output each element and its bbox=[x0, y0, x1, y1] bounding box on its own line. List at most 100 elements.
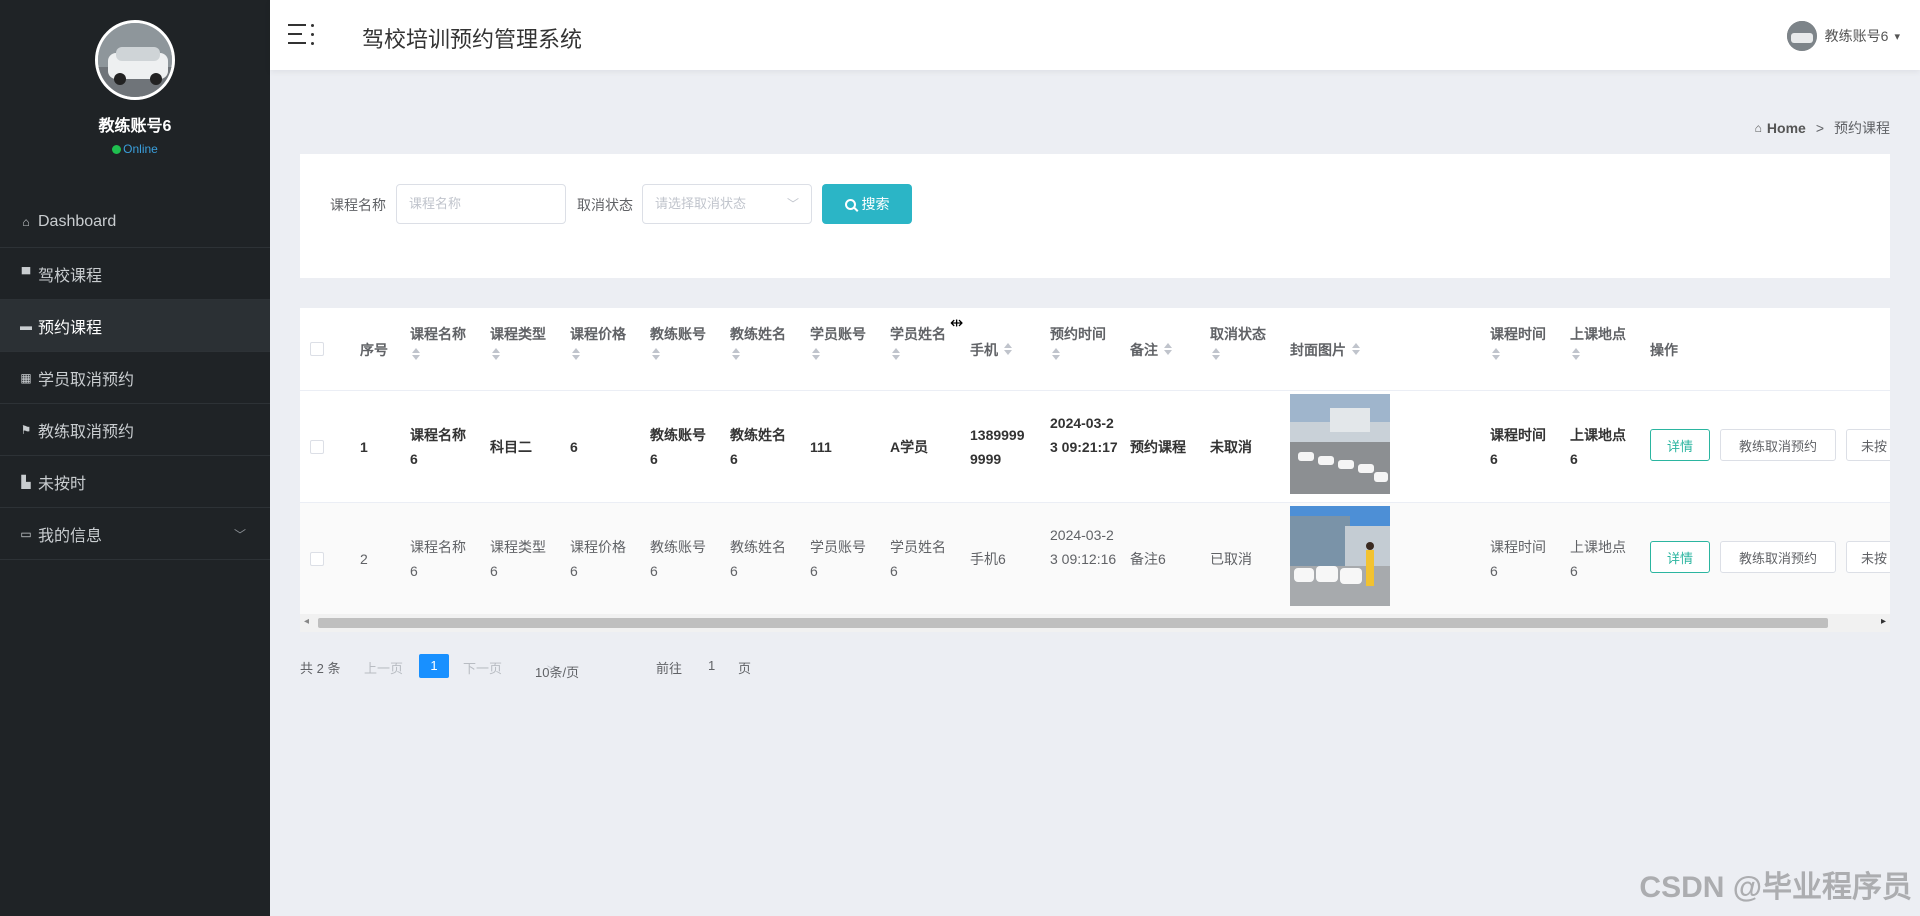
sidebar-item-student-cancel[interactable]: ▦ 学员取消预约 bbox=[0, 352, 270, 404]
sidebar-item-label: 未按时 bbox=[38, 475, 87, 493]
cell-course-time: 课程时间6 bbox=[1490, 539, 1546, 579]
cover-image[interactable] bbox=[1290, 394, 1390, 494]
detail-button[interactable]: 详情 bbox=[1650, 429, 1710, 461]
col-course-type[interactable]: 课程类型 bbox=[490, 322, 550, 362]
coach-cancel-button[interactable]: 教练取消预约 bbox=[1720, 429, 1836, 461]
search-button[interactable]: 搜索 bbox=[822, 184, 912, 224]
cancel-status-label: 取消状态 bbox=[577, 197, 633, 213]
cell-phone: 手机6 bbox=[970, 551, 1006, 567]
breadcrumb-home[interactable]: Home bbox=[1767, 120, 1806, 136]
cell-coach-name: 教练姓名6 bbox=[730, 539, 786, 579]
col-phone-label: 手机 bbox=[970, 342, 998, 358]
cell-course-price: 课程价格6 bbox=[570, 539, 626, 579]
col-remark-label: 备注 bbox=[1130, 342, 1158, 358]
col-remark[interactable]: 备注 bbox=[1130, 338, 1190, 362]
goto-label: 前往 bbox=[656, 661, 683, 676]
col-course-time[interactable]: 课程时间 bbox=[1490, 322, 1550, 362]
sort-icon[interactable] bbox=[1350, 343, 1362, 357]
sort-icon[interactable] bbox=[1490, 348, 1502, 362]
col-coach-account[interactable]: 教练账号 bbox=[650, 322, 710, 362]
sort-icon[interactable] bbox=[1002, 343, 1014, 357]
sort-icon[interactable] bbox=[810, 348, 822, 362]
col-course-name[interactable]: 课程名称 bbox=[410, 322, 470, 362]
cell-course-time: 课程时间6 bbox=[1490, 427, 1546, 467]
col-booking-time[interactable]: 预约时间 bbox=[1050, 322, 1120, 362]
search-icon bbox=[844, 198, 856, 210]
col-student-account[interactable]: 学员账号 bbox=[810, 322, 870, 362]
cell-coach-account: 教练账号6 bbox=[650, 427, 706, 467]
bookings-table: 序号 课程名称 课程类型 课程价格 教练账号 教练姓名 学员账号 学员姓名 手机… bbox=[300, 308, 1890, 632]
header-avatar bbox=[1786, 21, 1817, 51]
sort-icon[interactable] bbox=[1162, 343, 1174, 357]
sort-icon[interactable] bbox=[1210, 348, 1222, 362]
prev-page-button[interactable]: 上一页 bbox=[364, 658, 403, 677]
sidebar-item-label: 驾校课程 bbox=[38, 267, 103, 285]
table-row: 1 课程名称6 科目二 6 教练账号6 教练姓名6 111 A学员 138999… bbox=[300, 391, 1890, 503]
page-number-current[interactable]: 1 bbox=[419, 654, 449, 678]
sort-icon[interactable] bbox=[730, 348, 742, 362]
scroll-left-icon[interactable]: ◂ bbox=[304, 616, 309, 627]
late-button[interactable]: 未按 bbox=[1846, 541, 1890, 573]
sidebar: 教练账号6 Online ⌂ Dashboard ▀ 驾校课程 ▬ 预约课程 ▦ 学员取… bbox=[0, 0, 270, 916]
col-cover[interactable]: 封面图片 bbox=[1290, 338, 1410, 362]
horizontal-scrollbar[interactable]: ◂ ▸ bbox=[300, 614, 1890, 632]
col-phone[interactable]: 手机 bbox=[970, 338, 1030, 362]
course-name-input[interactable]: 课程名称 bbox=[396, 184, 566, 224]
user-menu[interactable]: 教练账号6 ▾ bbox=[1786, 21, 1900, 51]
sidebar-item-label: Dashboard bbox=[38, 212, 117, 230]
grid-icon: ▦ bbox=[20, 370, 32, 385]
sort-icon[interactable] bbox=[1050, 348, 1062, 362]
sort-icon[interactable] bbox=[650, 348, 662, 362]
sort-icon[interactable] bbox=[490, 348, 502, 362]
col-location-label: 上课地点 bbox=[1570, 326, 1626, 342]
cell-student-name: 学员姓名6 bbox=[890, 539, 946, 579]
menu-toggle-icon[interactable] bbox=[288, 22, 314, 46]
select-all-checkbox[interactable] bbox=[310, 342, 324, 356]
col-student-name-label: 学员姓名 bbox=[890, 326, 946, 342]
col-cancel-status[interactable]: 取消状态 bbox=[1210, 322, 1270, 362]
col-coach-name[interactable]: 教练姓名 bbox=[730, 322, 790, 362]
system-title: 驾校培训预约管理系统 bbox=[362, 27, 583, 52]
goto-page-input[interactable]: 1 bbox=[708, 658, 715, 673]
late-button[interactable]: 未按 bbox=[1846, 429, 1890, 461]
home-icon: ⌂ bbox=[1754, 121, 1762, 135]
sidebar-item-late[interactable]: ▙ 未按时 bbox=[0, 456, 270, 508]
coach-cancel-button[interactable]: 教练取消预约 bbox=[1720, 541, 1836, 573]
sort-icon[interactable] bbox=[890, 348, 902, 362]
search-button-label: 搜索 bbox=[861, 196, 890, 212]
sidebar-item-booked-courses[interactable]: ▬ 预约课程 bbox=[0, 300, 270, 352]
sort-icon[interactable] bbox=[1570, 348, 1582, 362]
table-row: 2 课程名称6 课程类型6 课程价格6 教练账号6 教练姓名6 学员账号6 学员… bbox=[300, 503, 1890, 615]
cell-index: 2 bbox=[360, 551, 368, 567]
sort-icon[interactable] bbox=[570, 348, 582, 362]
sort-icon[interactable] bbox=[410, 348, 422, 362]
table-header: 序号 课程名称 课程类型 课程价格 教练账号 教练姓名 学员账号 学员姓名 手机… bbox=[300, 308, 1890, 391]
sidebar-item-driving-courses[interactable]: ▀ 驾校课程 bbox=[0, 248, 270, 300]
scrollbar-thumb[interactable] bbox=[318, 618, 1828, 628]
col-course-price[interactable]: 课程价格 bbox=[570, 322, 630, 362]
detail-button[interactable]: 详情 bbox=[1650, 541, 1710, 573]
cancel-status-select[interactable]: 请选择取消状态 ﹀ bbox=[642, 184, 812, 224]
sidebar-user-name: 教练账号6 bbox=[98, 118, 172, 135]
cell-remark: 备注6 bbox=[1130, 551, 1166, 567]
chevron-down-icon: ﹀ bbox=[547, 666, 557, 677]
cell-coach-name: 教练姓名6 bbox=[730, 427, 786, 467]
col-course-type-label: 课程类型 bbox=[490, 326, 546, 342]
col-coach-account-label: 教练账号 bbox=[650, 326, 706, 342]
cell-coach-account: 教练账号6 bbox=[650, 539, 706, 579]
col-location[interactable]: 上课地点 bbox=[1570, 322, 1630, 362]
avatar[interactable] bbox=[95, 20, 175, 100]
course-name-placeholder: 课程名称 bbox=[409, 196, 462, 211]
chevron-down-icon: ﹀ bbox=[786, 197, 799, 211]
sidebar-item-coach-cancel[interactable]: ⚑ 教练取消预约 bbox=[0, 404, 270, 456]
page-size-value: 10条/页 bbox=[535, 665, 580, 680]
sidebar-item-dashboard[interactable]: ⌂ Dashboard bbox=[0, 196, 270, 248]
row-checkbox[interactable] bbox=[310, 552, 324, 566]
course-name-label: 课程名称 bbox=[330, 197, 386, 213]
col-student-name[interactable]: 学员姓名 bbox=[890, 322, 950, 362]
row-checkbox[interactable] bbox=[310, 440, 324, 454]
sidebar-item-my-info[interactable]: ▭ 我的信息 ﹀ bbox=[0, 508, 270, 560]
cover-image[interactable] bbox=[1290, 506, 1390, 606]
scroll-right-icon[interactable]: ▸ bbox=[1881, 616, 1886, 627]
next-page-button[interactable]: 下一页 bbox=[463, 658, 502, 677]
